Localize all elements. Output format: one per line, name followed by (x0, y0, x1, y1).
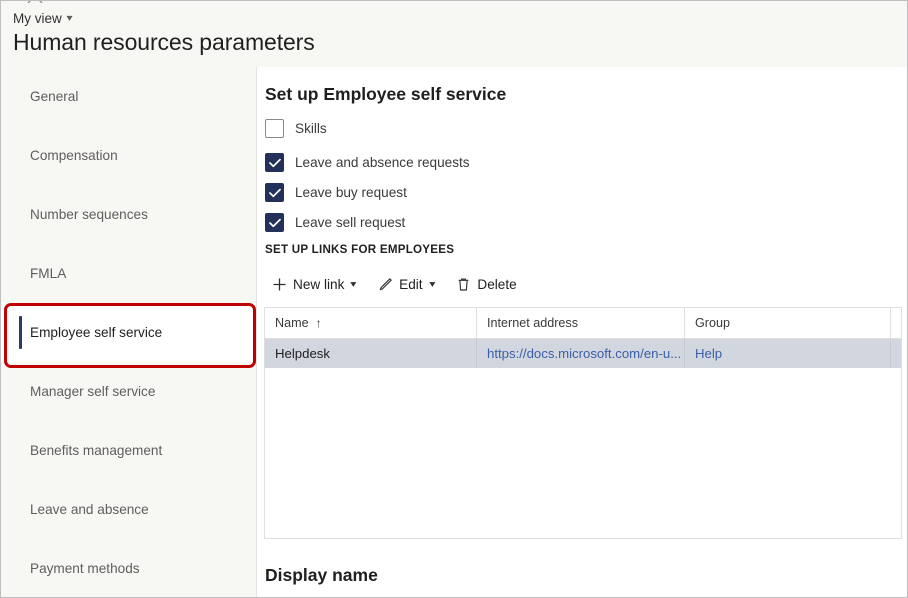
sidebar-item-manager-self-service[interactable]: Manager self service (1, 362, 256, 421)
column-header-group[interactable]: Group (685, 308, 891, 338)
chevron-down-icon: ▾ (66, 13, 73, 24)
section-title: Set up Employee self service (265, 84, 507, 104)
new-link-button[interactable]: New link ▾ (263, 269, 365, 299)
column-header-label: Internet address (487, 316, 579, 330)
app-window: My view ▾ Human resources parameters Gen… (0, 0, 908, 598)
cell-internet-address[interactable]: https://docs.microsoft.com/en-u... (477, 339, 685, 368)
links-data-grid: Name ↑ Internet address Group Helpdesk h… (264, 307, 902, 539)
column-header-label: Group (695, 316, 731, 330)
page-title: Human resources parameters (13, 29, 315, 55)
delete-button[interactable]: Delete (447, 269, 525, 299)
checkbox-checked-icon (265, 153, 284, 172)
sidebar-item-label: Employee self service (30, 325, 163, 340)
edit-label: Edit (399, 276, 423, 292)
checkbox-unchecked-icon (265, 119, 284, 138)
column-header-overflow[interactable] (891, 308, 901, 338)
links-section-label: SET UP LINKS FOR EMPLOYEES (265, 243, 455, 256)
main-content: Set up Employee self service Skills Leav… (257, 67, 907, 597)
cell-overflow (891, 339, 901, 368)
page-header: My view ▾ Human resources parameters (1, 1, 907, 67)
view-switcher-label: My view (13, 11, 62, 26)
sidebar-item-general[interactable]: General (1, 67, 256, 126)
sidebar-item-payment-methods[interactable]: Payment methods (1, 539, 256, 597)
edit-button[interactable]: Edit ▾ (369, 269, 443, 299)
bottom-section-title: Display name (265, 565, 378, 585)
checkbox-label: Leave and absence requests (295, 155, 470, 170)
sidebar-item-leave-and-absence[interactable]: Leave and absence (1, 480, 256, 539)
checkbox-checked-icon (265, 183, 284, 202)
checkbox-leave-buy-request[interactable]: Leave buy request (265, 183, 407, 202)
checkbox-label: Leave sell request (295, 215, 406, 230)
sidebar-item-label: Benefits management (30, 443, 163, 458)
sidebar-item-label: Payment methods (30, 561, 140, 576)
sidebar-item-benefits-management[interactable]: Benefits management (1, 421, 256, 480)
checkbox-label: Skills (295, 121, 327, 136)
sidebar-item-label: General (30, 89, 79, 104)
cell-name: Helpdesk (265, 339, 477, 368)
sidebar-item-label: FMLA (30, 266, 67, 281)
column-header-label: Name (275, 316, 309, 330)
column-header-name[interactable]: Name ↑ (265, 308, 477, 338)
sidebar-item-employee-self-service[interactable]: Employee self service (1, 303, 256, 362)
new-link-label: New link (293, 276, 345, 292)
cell-group[interactable]: Help (685, 339, 891, 368)
sidebar-item-label: Leave and absence (30, 502, 149, 517)
checkbox-checked-icon (265, 213, 284, 232)
checkbox-leave-sell-request[interactable]: Leave sell request (265, 213, 405, 232)
view-switcher[interactable]: My view ▾ (13, 11, 72, 26)
sidebar-item-compensation[interactable]: Compensation (1, 126, 256, 185)
sidebar-item-label: Compensation (30, 148, 118, 163)
table-row[interactable]: Helpdesk https://docs.microsoft.com/en-u… (265, 339, 901, 368)
chevron-down-icon: ▾ (350, 278, 357, 290)
grid-empty-area (265, 368, 901, 538)
sidebar: General Compensation Number sequences FM… (1, 67, 257, 597)
delete-label: Delete (477, 276, 517, 292)
checkbox-skills[interactable]: Skills (265, 119, 327, 138)
checkbox-label: Leave buy request (295, 185, 407, 200)
grid-header-row: Name ↑ Internet address Group (265, 308, 901, 339)
plus-icon (272, 277, 287, 292)
partial-chevron-icon (26, 1, 44, 3)
column-header-internet-address[interactable]: Internet address (477, 308, 685, 338)
arrow-up-icon: ↑ (315, 316, 322, 330)
sidebar-item-number-sequences[interactable]: Number sequences (1, 185, 256, 244)
checkbox-leave-and-absence-requests[interactable]: Leave and absence requests (265, 153, 470, 172)
pencil-icon (378, 277, 393, 292)
sidebar-item-fmla[interactable]: FMLA (1, 244, 256, 303)
sidebar-item-label: Manager self service (30, 384, 156, 399)
grid-toolbar: New link ▾ Edit ▾ Delete (263, 269, 526, 299)
sidebar-item-label: Number sequences (30, 207, 148, 222)
chevron-down-icon: ▾ (428, 278, 436, 290)
trash-icon (456, 277, 471, 292)
